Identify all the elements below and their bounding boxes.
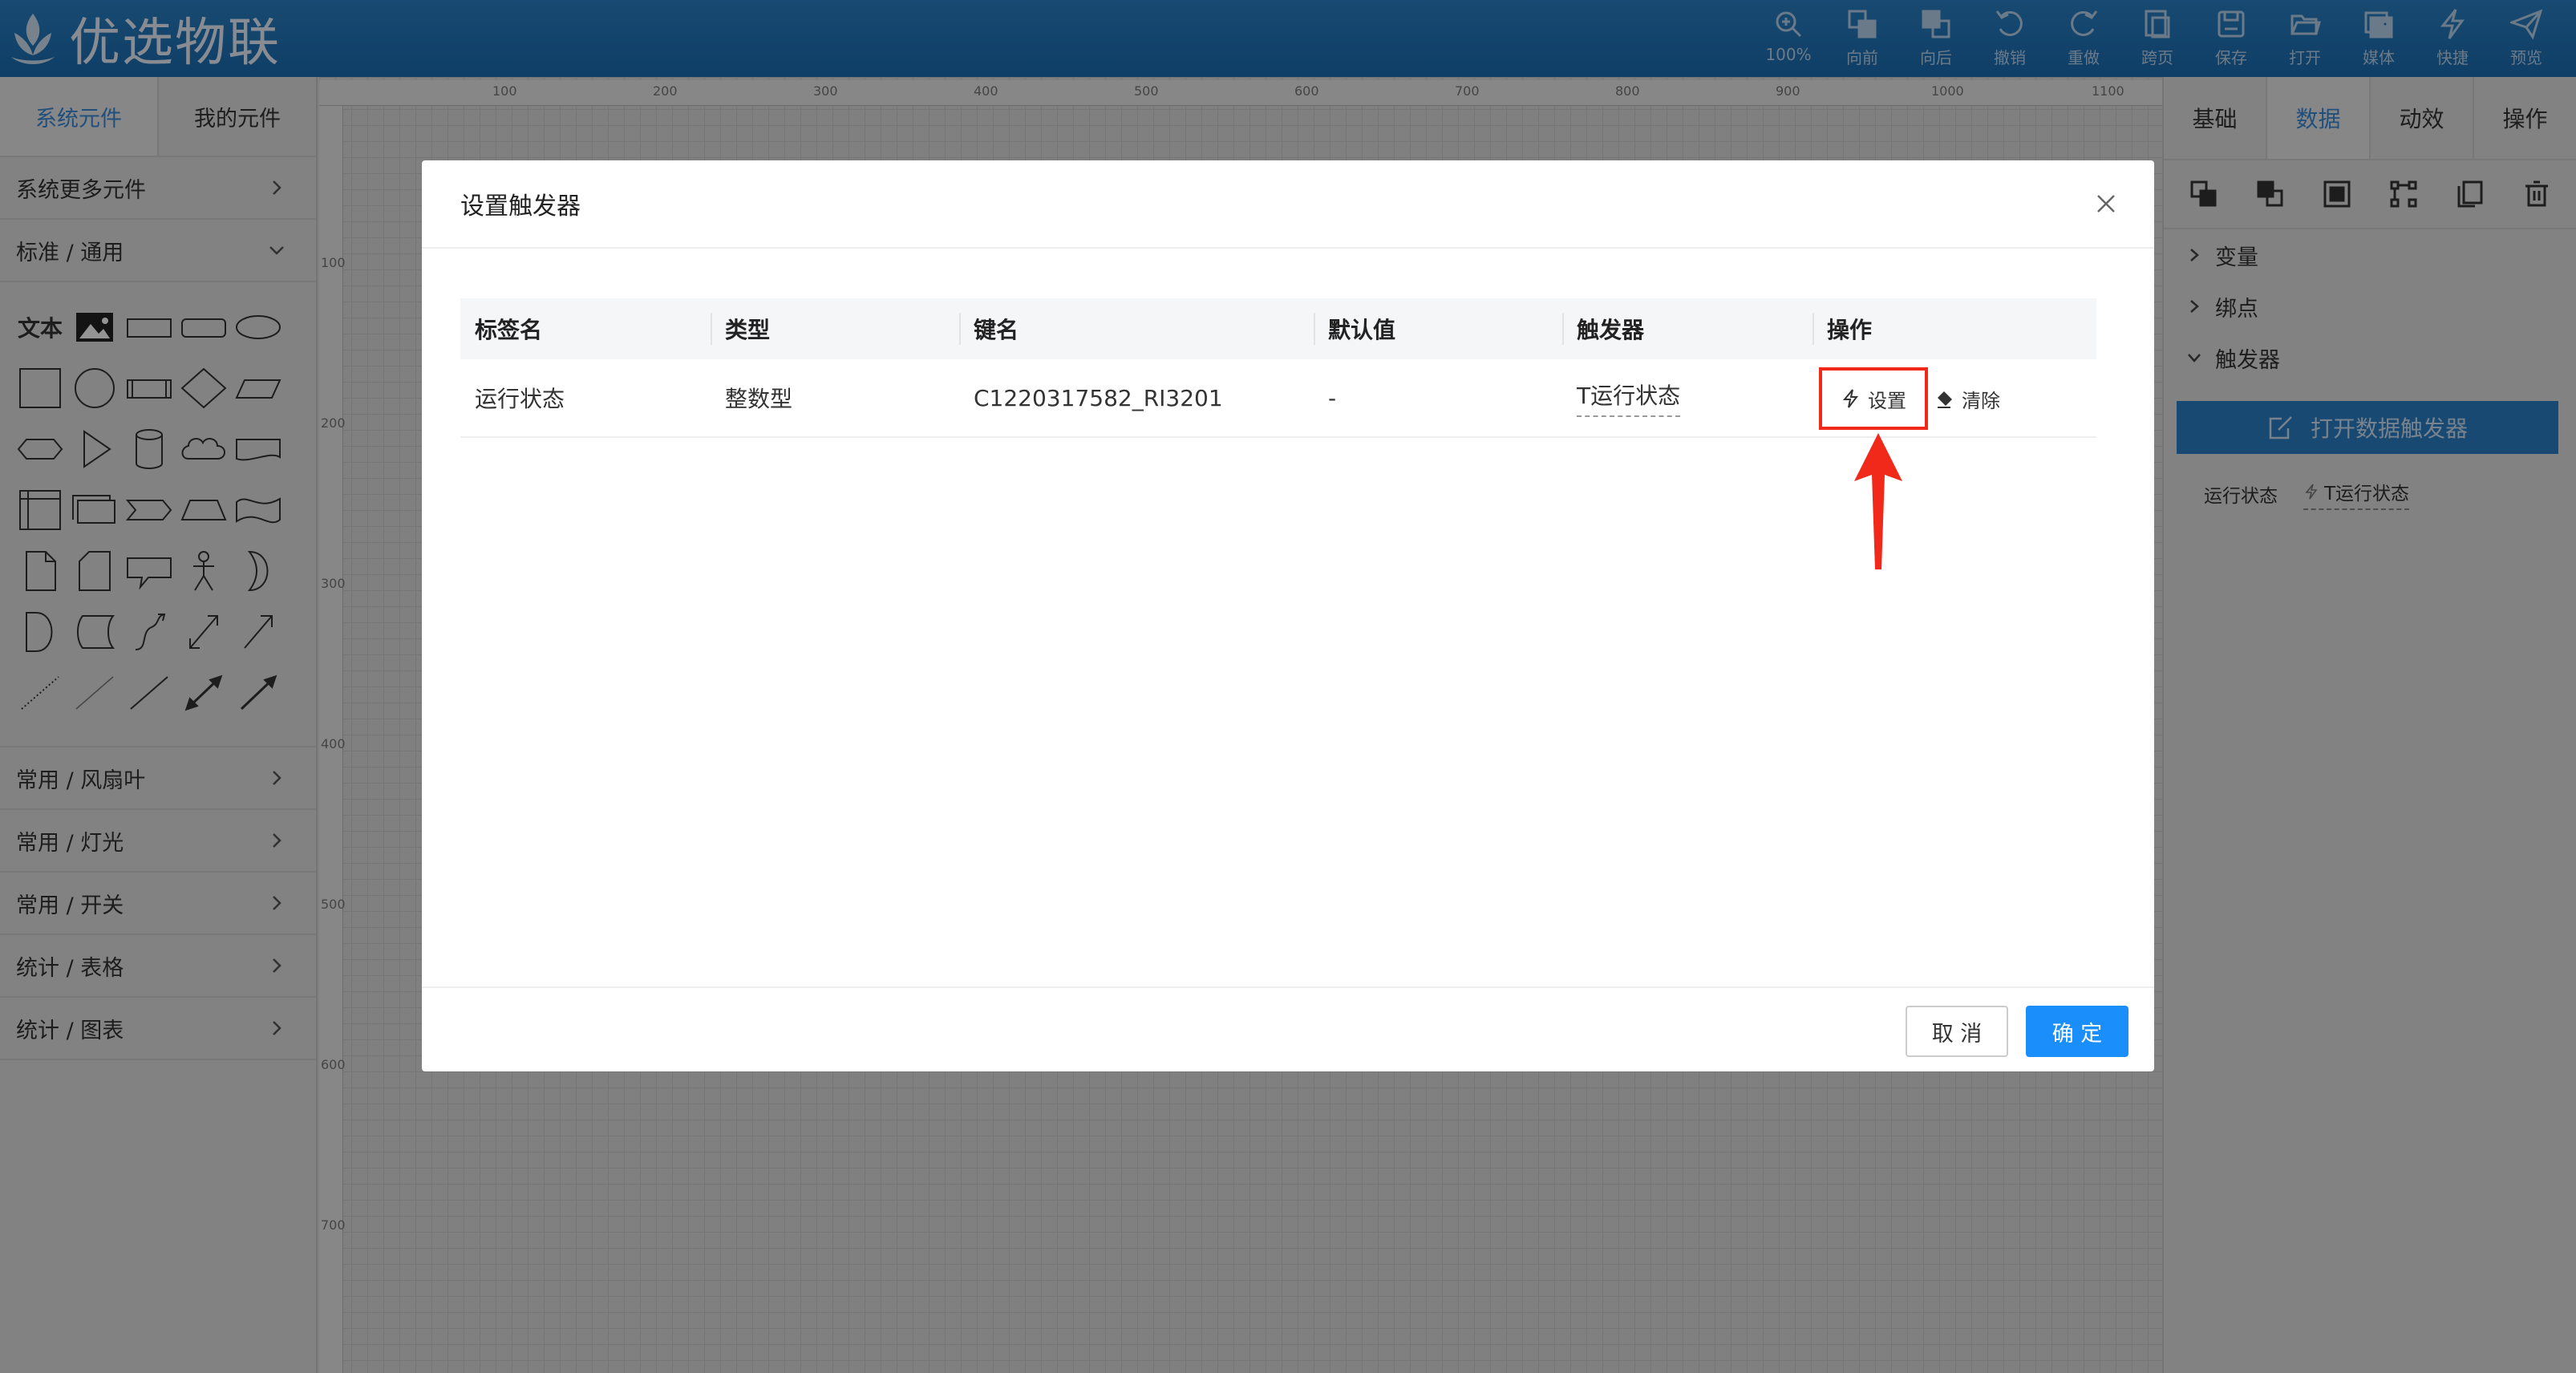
- trigger-settings-dialog: 设置触发器 标签名 类型 键名 默认值 触发器 操作 运行状态 整数型 C122…: [422, 160, 2154, 1071]
- default-value-cell: -: [1328, 384, 1337, 411]
- eraser-icon: [1938, 391, 1952, 408]
- trigger-table: 标签名 类型 键名 默认值 触发器 操作 运行状态 整数型 C122031758…: [460, 298, 2096, 438]
- clear-trigger-button[interactable]: 清除: [1934, 367, 2000, 430]
- actions-cell: 设置 清除: [1813, 359, 2096, 436]
- lightning-icon: [1842, 389, 1859, 408]
- close-icon[interactable]: [2090, 188, 2122, 220]
- dialog-footer: 取 消 确 定: [422, 986, 2154, 1071]
- key-cell: C1220317582_RI3201: [974, 384, 1223, 411]
- dialog-title: 设置触发器: [460, 192, 581, 221]
- column-header: 键名: [959, 298, 1314, 359]
- trigger-cell: T运行状态: [1562, 359, 1813, 436]
- table-header: 标签名 类型 键名 默认值 触发器 操作: [460, 298, 2096, 359]
- column-header: 默认值: [1314, 298, 1562, 359]
- set-label: 设置: [1868, 389, 1906, 412]
- set-trigger-button[interactable]: 设置: [1819, 367, 1928, 430]
- table-row: 运行状态 整数型 C1220317582_RI3201 - T运行状态 设置 清…: [460, 359, 2096, 438]
- tag-name-cell: 运行状态: [475, 386, 565, 412]
- column-header: 标签名: [475, 317, 543, 343]
- column-header: 触发器: [1562, 298, 1813, 359]
- column-header: 操作: [1813, 298, 2096, 359]
- column-header: 类型: [711, 298, 959, 359]
- clear-label: 清除: [1962, 389, 2000, 412]
- cancel-button[interactable]: 取 消: [1906, 1006, 2008, 1057]
- dialog-header: 设置触发器: [422, 160, 2154, 249]
- trigger-name-link[interactable]: T运行状态: [1577, 379, 1681, 417]
- annotation-arrow-icon: [1854, 433, 1902, 569]
- type-cell: 整数型: [725, 386, 793, 412]
- confirm-button[interactable]: 确 定: [2026, 1006, 2128, 1057]
